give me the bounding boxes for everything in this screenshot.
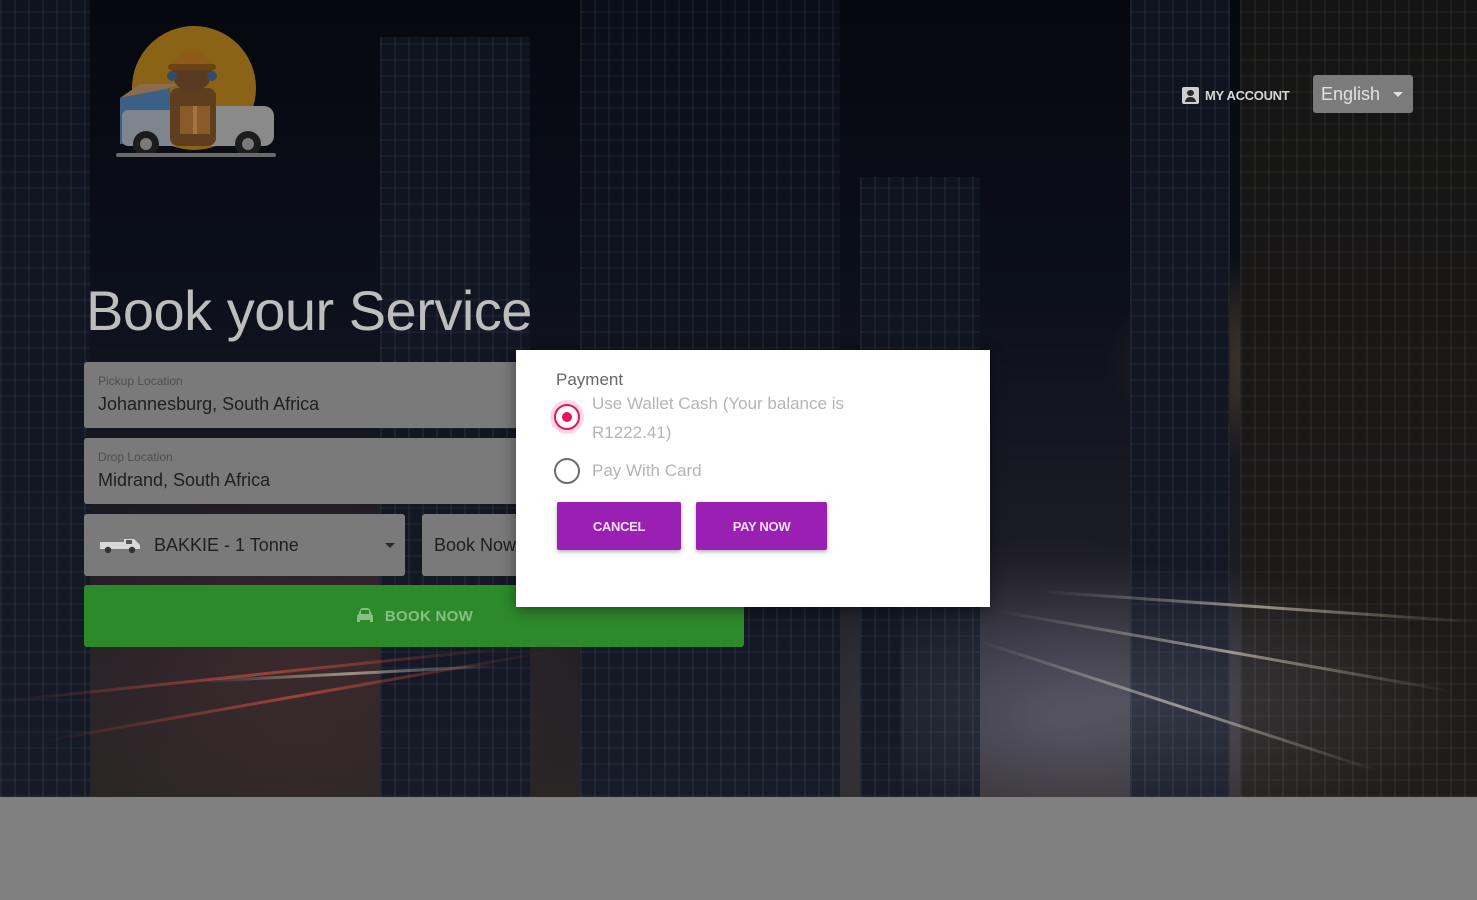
book-now-label: BOOK NOW xyxy=(384,607,474,625)
payment-dialog: Payment Use Wallet Cash (Your balance is… xyxy=(516,350,990,607)
caret-down-icon xyxy=(1393,92,1403,97)
account-icon xyxy=(1182,86,1199,104)
page-title: Book your Service xyxy=(86,279,532,342)
caret-down-icon xyxy=(385,543,395,548)
language-selected: English xyxy=(1321,83,1381,104)
language-select[interactable]: English xyxy=(1313,75,1413,113)
pay-with-card-radio[interactable] xyxy=(554,458,580,484)
payment-heading: Payment xyxy=(556,370,624,389)
delivery-logo xyxy=(116,26,276,157)
truck-icon xyxy=(100,539,140,554)
my-account-link[interactable]: MY ACCOUNT xyxy=(1182,84,1290,106)
pay-now-button[interactable]: PAY NOW xyxy=(696,502,827,550)
cancel-button[interactable]: CANCEL xyxy=(557,502,681,550)
wallet-cash-option-label: Use Wallet Cash (Your balance is R1222.4… xyxy=(592,394,844,442)
booking-type-value: Book Now xyxy=(434,534,517,555)
building xyxy=(0,0,90,797)
my-account-label: MY ACCOUNT xyxy=(1205,87,1290,103)
vehicle-type-value: BAKKIE - 1 Tonne xyxy=(154,534,299,555)
car-icon xyxy=(356,608,373,622)
wallet-cash-radio[interactable] xyxy=(554,404,580,430)
pay-with-card-option-label: Pay With Card xyxy=(592,461,702,480)
vehicle-type-select[interactable]: BAKKIE - 1 Tonne xyxy=(84,514,405,576)
